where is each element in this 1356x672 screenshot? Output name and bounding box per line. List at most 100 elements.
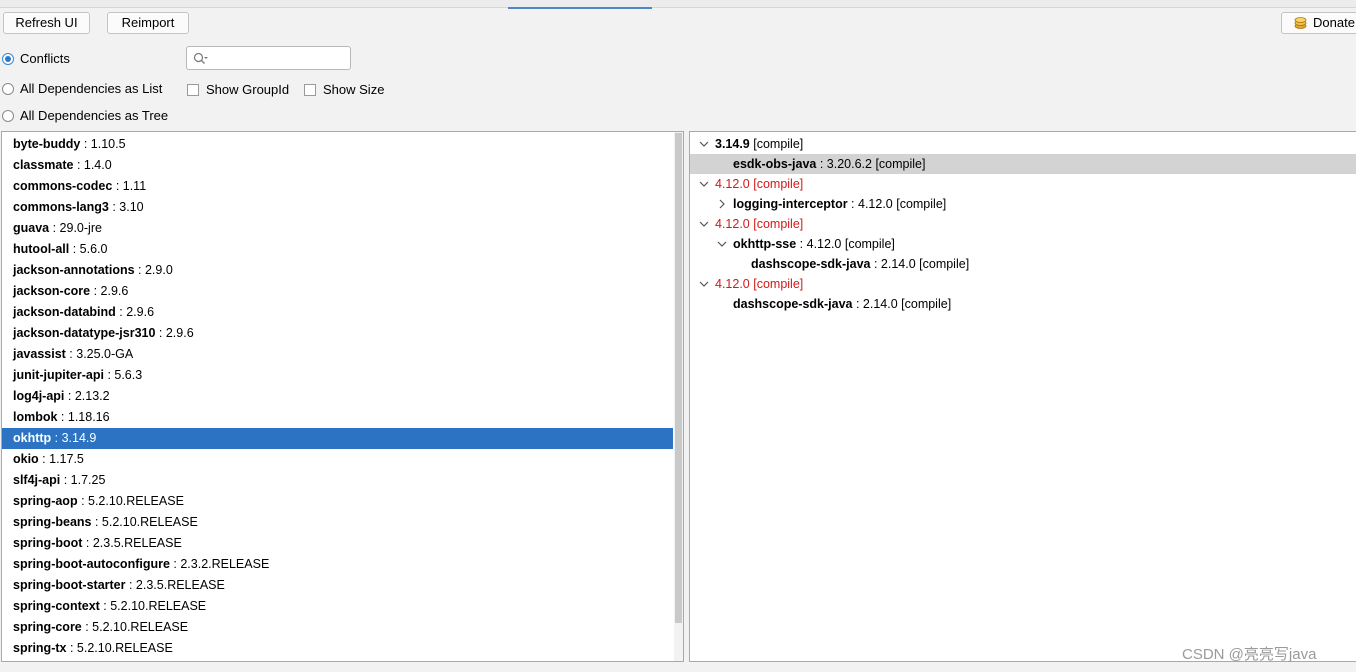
tree-node-detail: : 3.20.6.2 [compile]: [816, 157, 926, 171]
artifact-name: spring-beans: [13, 515, 92, 529]
show-size-checkbox[interactable]: Show Size: [304, 82, 384, 98]
editor-tab-active[interactable]: [508, 0, 652, 9]
reimport-button[interactable]: Reimport: [107, 12, 189, 34]
artifact-name: hutool-all: [13, 242, 70, 256]
dependency-row[interactable]: spring-context : 5.2.10.RELEASE: [2, 596, 673, 617]
dependency-row[interactable]: lombok : 1.18.16: [2, 407, 673, 428]
chevron-down-icon[interactable]: [698, 134, 710, 154]
artifact-name: javassist: [13, 347, 66, 361]
chevron-down-icon[interactable]: [698, 174, 710, 194]
radio-selected-icon: [2, 53, 14, 65]
tree-node-detail: : 2.14.0 [compile]: [852, 297, 952, 311]
show-groupid-label: Show GroupId: [206, 82, 290, 97]
search-input[interactable]: [211, 50, 345, 66]
coins-icon: [1294, 17, 1307, 29]
artifact-version: : 2.3.5.RELEASE: [82, 536, 182, 550]
tree-node-detail: : 4.12.0 [compile]: [847, 197, 947, 211]
artifact-name: jackson-core: [13, 284, 91, 298]
chevron-down-icon[interactable]: [698, 274, 710, 294]
refresh-ui-button[interactable]: Refresh UI: [3, 12, 90, 34]
chevron-down-icon[interactable]: [716, 234, 728, 254]
scrollbar[interactable]: [674, 132, 683, 661]
tree-node[interactable]: 4.12.0 [compile]: [690, 174, 1356, 194]
editor-tab[interactable]: [340, 0, 490, 7]
tree-node[interactable]: esdk-obs-java : 3.20.6.2 [compile]: [690, 154, 1356, 174]
dependency-row[interactable]: jackson-annotations : 2.9.0: [2, 260, 673, 281]
artifact-version: : 5.2.10.RELEASE: [66, 641, 173, 655]
artifact-name: commons-lang3: [13, 200, 109, 214]
dependency-row[interactable]: log4j-api : 2.13.2: [2, 386, 673, 407]
dependency-row[interactable]: commons-codec : 1.11: [2, 176, 673, 197]
artifact-version: : 1.7.25: [60, 473, 106, 487]
dependency-row[interactable]: javassist : 3.25.0-GA: [2, 344, 673, 365]
dependency-row[interactable]: spring-boot : 2.3.5.RELEASE: [2, 533, 673, 554]
tree-mode-radio[interactable]: All Dependencies as Tree: [2, 108, 168, 124]
tree-node[interactable]: 3.14.9 [compile]: [690, 134, 1356, 154]
artifact-version: : 1.4.0: [73, 158, 112, 172]
dependency-row[interactable]: slf4j-api : 1.7.25: [2, 470, 673, 491]
tree-node[interactable]: 4.12.0 [compile]: [690, 214, 1356, 234]
checkbox-icon: [304, 84, 316, 96]
dependency-row[interactable]: okhttp : 3.14.9: [2, 428, 673, 449]
radio-unselected-icon: [2, 83, 14, 95]
dependency-row[interactable]: spring-boot-starter : 2.3.5.RELEASE: [2, 575, 673, 596]
artifact-name: log4j-api: [13, 389, 65, 403]
tree-node-detail: 4.12.0 [compile]: [715, 217, 804, 231]
artifact-name: classmate: [13, 158, 74, 172]
artifact-version: : 2.9.0: [134, 263, 173, 277]
tree-node-name: logging-interceptor: [733, 197, 848, 211]
artifact-version: : 5.2.10.RELEASE: [99, 599, 207, 613]
dependency-row[interactable]: commons-lang3 : 3.10: [2, 197, 673, 218]
tree-mode-label: All Dependencies as Tree: [20, 108, 169, 123]
chevron-right-icon[interactable]: [716, 194, 728, 214]
tree-node[interactable]: dashscope-sdk-java : 2.14.0 [compile]: [690, 254, 1356, 274]
artifact-name: okio: [13, 452, 39, 466]
dependency-row[interactable]: byte-buddy : 1.10.5: [2, 134, 673, 155]
dependency-row[interactable]: okio : 1.17.5: [2, 449, 673, 470]
tree-node-name: okhttp-sse: [733, 237, 797, 251]
tree-node[interactable]: 4.12.0 [compile]: [690, 274, 1356, 294]
radio-unselected-icon: [2, 110, 14, 122]
dependency-row[interactable]: guava : 29.0-jre: [2, 218, 673, 239]
conflicts-radio[interactable]: Conflicts: [2, 51, 70, 67]
tree-node[interactable]: logging-interceptor : 4.12.0 [compile]: [690, 194, 1356, 214]
donate-button[interactable]: Donate: [1281, 12, 1356, 34]
tree-node-detail: : 2.14.0 [compile]: [870, 257, 970, 271]
artifact-name: byte-buddy: [13, 137, 81, 151]
dependency-row[interactable]: classmate : 1.4.0: [2, 155, 673, 176]
dependency-row[interactable]: spring-aop : 5.2.10.RELEASE: [2, 491, 673, 512]
search-field[interactable]: [186, 46, 351, 70]
dependency-row[interactable]: jackson-databind : 2.9.6: [2, 302, 673, 323]
chevron-down-icon[interactable]: [698, 214, 710, 234]
list-mode-label: All Dependencies as List: [20, 81, 163, 96]
editor-tab-strip: [0, 0, 1356, 9]
artifact-name: guava: [13, 221, 50, 235]
donate-label: Donate: [1313, 15, 1355, 30]
dependency-row[interactable]: spring-beans : 5.2.10.RELEASE: [2, 512, 673, 533]
artifact-version: : 2.3.2.RELEASE: [169, 557, 270, 571]
scrollbar-thumb[interactable]: [675, 133, 682, 623]
editor-tab[interactable]: [8, 0, 108, 7]
tree-node-name: dashscope-sdk-java: [751, 257, 871, 271]
tree-node[interactable]: dashscope-sdk-java : 2.14.0 [compile]: [690, 294, 1356, 314]
dependency-row[interactable]: hutool-all : 5.6.0: [2, 239, 673, 260]
dependency-row[interactable]: spring-core : 5.2.10.RELEASE: [2, 617, 673, 638]
dependency-row[interactable]: jackson-datatype-jsr310 : 2.9.6: [2, 323, 673, 344]
dependency-row[interactable]: spring-tx : 5.2.10.RELEASE: [2, 638, 673, 659]
dependency-row[interactable]: jackson-core : 2.9.6: [2, 281, 673, 302]
tree-node-name: esdk-obs-java: [733, 157, 817, 171]
artifact-version: : 3.10: [108, 200, 144, 214]
editor-tab[interactable]: [170, 0, 320, 7]
show-groupid-checkbox[interactable]: Show GroupId: [187, 82, 289, 98]
dependency-row[interactable]: spring-boot-autoconfigure : 2.3.2.RELEAS…: [2, 554, 673, 575]
tree-node-detail: : 4.12.0 [compile]: [796, 237, 895, 251]
tree-node[interactable]: okhttp-sse : 4.12.0 [compile]: [690, 234, 1356, 254]
dependency-row[interactable]: junit-jupiter-api : 5.6.3: [2, 365, 673, 386]
artifact-version: : 2.3.5.RELEASE: [125, 578, 225, 592]
artifact-name: lombok: [13, 410, 58, 424]
artifact-version: : 2.9.6: [90, 284, 129, 298]
watermark: CSDN @亮亮写java: [1182, 646, 1317, 663]
artifact-name: spring-context: [13, 599, 100, 613]
artifact-name: commons-codec: [13, 179, 113, 193]
list-mode-radio[interactable]: All Dependencies as List: [2, 81, 162, 97]
